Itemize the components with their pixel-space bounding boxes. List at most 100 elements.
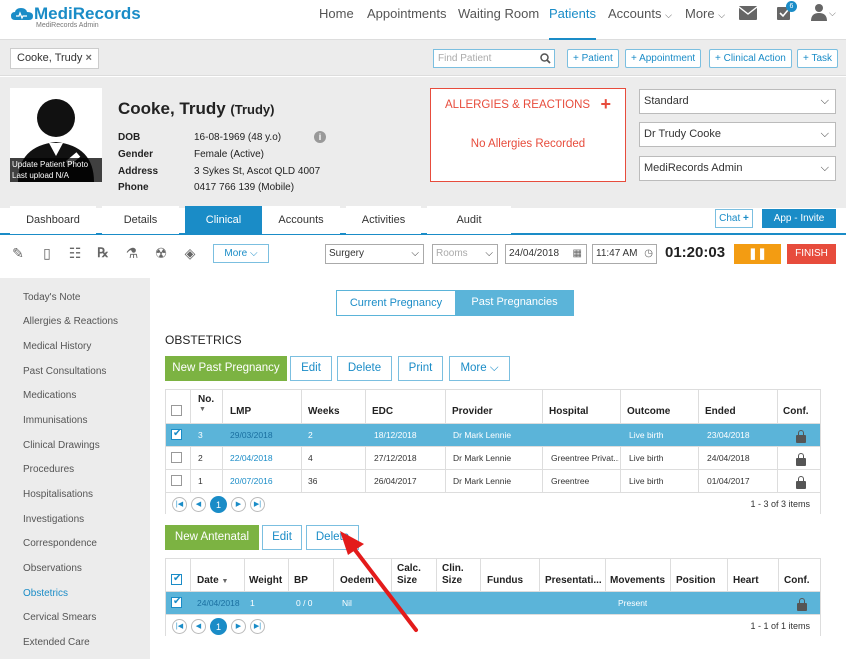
prescription-icon[interactable]: ℞ xyxy=(95,244,111,262)
lab-flask-icon[interactable]: ⚗ xyxy=(124,244,140,262)
sidebar-item-obstetrics[interactable]: Obstetrics xyxy=(23,588,68,599)
sidebar-item-past-consultations[interactable]: Past Consultations xyxy=(23,366,106,377)
table-row[interactable]: 1 20/07/2016 36 26/04/2017 Dr Mark Lenni… xyxy=(166,469,820,493)
nav-appointments[interactable]: Appointments xyxy=(367,0,447,40)
date-input[interactable]: 24/04/2018 ▦ xyxy=(505,244,587,264)
last-page-icon[interactable]: ▶| xyxy=(250,497,265,512)
note-icon[interactable]: ✎ xyxy=(10,244,26,262)
sidebar-item-allergies[interactable]: Allergies & Reactions xyxy=(23,316,118,327)
col-heart[interactable]: Heart xyxy=(733,575,759,586)
col-position[interactable]: Position xyxy=(676,575,715,586)
search-icon[interactable] xyxy=(540,53,551,64)
sidebar-item-immunisations[interactable]: Immunisations xyxy=(23,415,87,426)
toolbar-more-button[interactable]: More ⌵ xyxy=(213,244,269,263)
tab-audit[interactable]: Audit xyxy=(427,206,511,234)
sidebar-item-cervical-smears[interactable]: Cervical Smears xyxy=(23,612,96,623)
add-patient-button[interactable]: + Patient xyxy=(567,49,619,68)
row-checkbox[interactable] xyxy=(171,452,182,463)
practitioner-select[interactable]: Dr Trudy Cooke ⌵ xyxy=(639,122,836,147)
sidebar-item-investigations[interactable]: Investigations xyxy=(23,514,84,525)
tab-clinical[interactable]: Clinical xyxy=(185,206,262,234)
add-appointment-button[interactable]: + Appointment xyxy=(625,49,702,68)
nav-waiting-room[interactable]: Waiting Room xyxy=(458,0,539,40)
time-input[interactable]: 11:47 AM ◷ xyxy=(592,244,657,264)
print-pregnancy-button[interactable]: Print xyxy=(398,356,443,381)
sidebar-item-correspondence[interactable]: Correspondence xyxy=(23,538,97,549)
user-select[interactable]: MediRecords Admin ⌵ xyxy=(639,156,836,181)
app-invite-button[interactable]: App - Invite xyxy=(762,209,836,228)
col-fundus[interactable]: Fundus xyxy=(487,575,523,586)
mail-icon[interactable] xyxy=(739,6,757,20)
chevron-down-icon[interactable]: ⌵ xyxy=(829,8,836,19)
radiology-icon[interactable]: ☢ xyxy=(153,244,169,262)
nav-accounts[interactable]: Accounts ⌵ xyxy=(608,0,672,40)
col-lmp[interactable]: LMP xyxy=(230,406,251,417)
table-row[interactable]: 3 29/03/2018 2 18/12/2018 Dr Mark Lennie… xyxy=(166,423,820,446)
tab-activities[interactable]: Activities xyxy=(346,206,421,234)
row-checkbox[interactable] xyxy=(171,475,182,486)
delete-pregnancy-button[interactable]: Delete xyxy=(337,356,392,381)
cell-date[interactable]: 24/04/2018 xyxy=(197,592,240,614)
nav-patients[interactable]: Patients xyxy=(549,0,596,40)
col-provider[interactable]: Provider xyxy=(452,406,493,417)
past-pregnancies-tab[interactable]: Past Pregnancies xyxy=(455,290,574,316)
sidebar-item-medications[interactable]: Medications xyxy=(23,390,76,401)
current-page[interactable]: 1 xyxy=(210,496,227,513)
info-icon[interactable]: i xyxy=(314,131,326,143)
current-pregnancy-tab[interactable]: Current Pregnancy xyxy=(336,290,456,316)
col-conf[interactable]: Conf. xyxy=(783,406,809,417)
clock-icon[interactable]: ◷ xyxy=(644,245,653,263)
add-clinical-action-button[interactable]: + Clinical Action xyxy=(709,49,792,68)
nav-home[interactable]: Home xyxy=(319,0,354,40)
billing-type-select[interactable]: Standard ⌵ xyxy=(639,89,836,114)
next-page-icon[interactable]: ▶ xyxy=(231,619,246,634)
tab-details[interactable]: Details xyxy=(102,206,179,234)
col-weeks[interactable]: Weeks xyxy=(308,406,340,417)
pause-button[interactable]: ❚❚ xyxy=(734,244,781,264)
tab-dashboard[interactable]: Dashboard xyxy=(10,206,96,234)
edit-pregnancy-button[interactable]: Edit xyxy=(290,356,332,381)
col-outcome[interactable]: Outcome xyxy=(627,406,670,417)
sidebar-item-hospitalisations[interactable]: Hospitalisations xyxy=(23,489,93,500)
row-checkbox[interactable] xyxy=(171,428,182,440)
close-icon[interactable]: × xyxy=(85,52,91,64)
col-ended[interactable]: Ended xyxy=(705,406,736,417)
next-page-icon[interactable]: ▶ xyxy=(231,497,246,512)
col-conf[interactable]: Conf. xyxy=(784,575,810,586)
row-checkbox[interactable] xyxy=(171,596,182,608)
app-logo[interactable]: MediRecords MediRecords Admin xyxy=(10,4,141,29)
first-page-icon[interactable]: |◀ xyxy=(172,497,187,512)
location-select[interactable]: Surgery ⌵ xyxy=(325,244,424,264)
cell-lmp[interactable]: 22/04/2018 xyxy=(230,447,273,469)
new-past-pregnancy-button[interactable]: New Past Pregnancy xyxy=(165,356,287,381)
col-clin[interactable]: Clin. xyxy=(442,563,464,574)
col-edc[interactable]: EDC xyxy=(372,406,393,417)
col-no[interactable]: No. xyxy=(198,394,214,405)
finish-button[interactable]: FINISH xyxy=(787,244,836,264)
last-page-icon[interactable]: ▶| xyxy=(250,619,265,634)
select-all-checkbox[interactable] xyxy=(171,405,182,416)
patient-tab[interactable]: Cooke, Trudy × xyxy=(10,48,99,69)
col-date[interactable]: Date ▼ xyxy=(197,575,228,586)
nav-more[interactable]: More ⌵ xyxy=(685,0,725,40)
sidebar-item-procedures[interactable]: Procedures xyxy=(23,464,74,475)
chat-button[interactable]: Chat + xyxy=(715,209,753,228)
tab-accounts[interactable]: Accounts xyxy=(262,206,340,234)
rooms-select[interactable]: Rooms ⌵ xyxy=(432,244,498,264)
col-bp[interactable]: BP xyxy=(294,575,308,586)
col-movements[interactable]: Movements xyxy=(610,575,665,586)
cell-lmp[interactable]: 29/03/2018 xyxy=(230,424,273,446)
sidebar-item-clinical-drawings[interactable]: Clinical Drawings xyxy=(23,440,100,451)
user-icon[interactable] xyxy=(811,3,827,21)
find-patient-input[interactable]: Find Patient xyxy=(433,49,555,68)
stack-icon[interactable]: ◈ xyxy=(182,244,198,262)
add-task-button[interactable]: + Task xyxy=(797,49,838,68)
add-allergy-icon[interactable]: + xyxy=(600,94,611,115)
col-presentation[interactable]: Presentati... xyxy=(545,575,602,586)
sidebar-item-medical-history[interactable]: Medical History xyxy=(23,341,91,352)
more-pregnancy-button[interactable]: More ⌵ xyxy=(449,356,510,381)
col-clin-size[interactable]: Size xyxy=(442,575,462,586)
document-icon[interactable]: ▯ xyxy=(39,244,55,262)
sidebar-item-todays-note[interactable]: Today's Note xyxy=(23,292,81,303)
patient-photo[interactable]: Update Patient Photo Last upload N/A xyxy=(10,88,102,182)
